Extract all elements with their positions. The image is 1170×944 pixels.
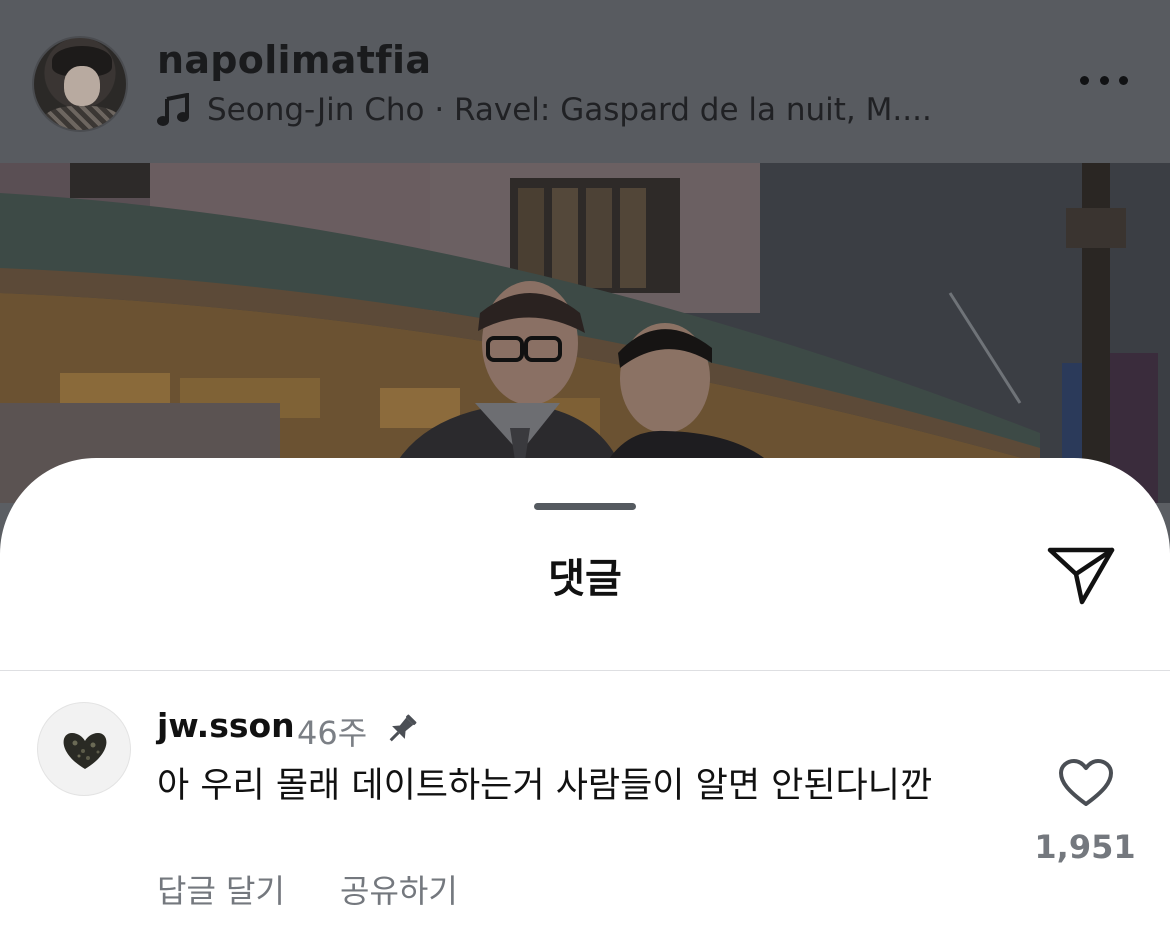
post-author-username[interactable]: napolimatfia [157,38,431,82]
post-author-avatar[interactable] [32,36,128,132]
photo-illustration [0,163,1170,503]
post-music-row[interactable]: Seong-Jin Cho · Ravel: Gaspard de la nui… [157,90,932,130]
post-music-label: Seong-Jin Cho · Ravel: Gaspard de la nui… [207,92,932,128]
send-paper-plane-icon[interactable] [1046,544,1116,608]
post-header: napolimatfia Seong-Jin Cho · Ravel: Gasp… [0,0,1170,163]
commenter-avatar[interactable] [37,702,131,796]
heart-outline-icon[interactable] [1058,758,1114,808]
comments-sheet: 댓글 jw.sson 46주 아 우리 몰래 데이트하는거 사람들이 알면 안된… [0,458,1170,944]
more-dot-icon [1099,75,1109,85]
music-note-icon [157,93,189,126]
heart-chocolate-icon [63,733,107,769]
share-button[interactable]: 공유하기 [340,866,458,912]
like-count: 1,951 [1034,828,1136,866]
reply-button[interactable]: 답글 달기 [157,866,285,912]
pin-icon [389,714,417,742]
comment-time: 46주 [297,714,368,752]
comment-text: 아 우리 몰래 데이트하는거 사람들이 알면 안된다니깐 [157,766,933,806]
post-photo [0,163,1170,503]
instagram-comments-screen: napolimatfia Seong-Jin Cho · Ravel: Gasp… [0,0,1170,944]
divider [0,670,1170,671]
more-dot-icon [1119,75,1128,85]
commenter-username[interactable]: jw.sson [157,706,295,745]
sheet-grabber[interactable] [534,503,636,510]
more-options-button[interactable] [1078,60,1130,100]
sheet-title: 댓글 [548,556,622,602]
more-dot-icon [1080,75,1089,85]
